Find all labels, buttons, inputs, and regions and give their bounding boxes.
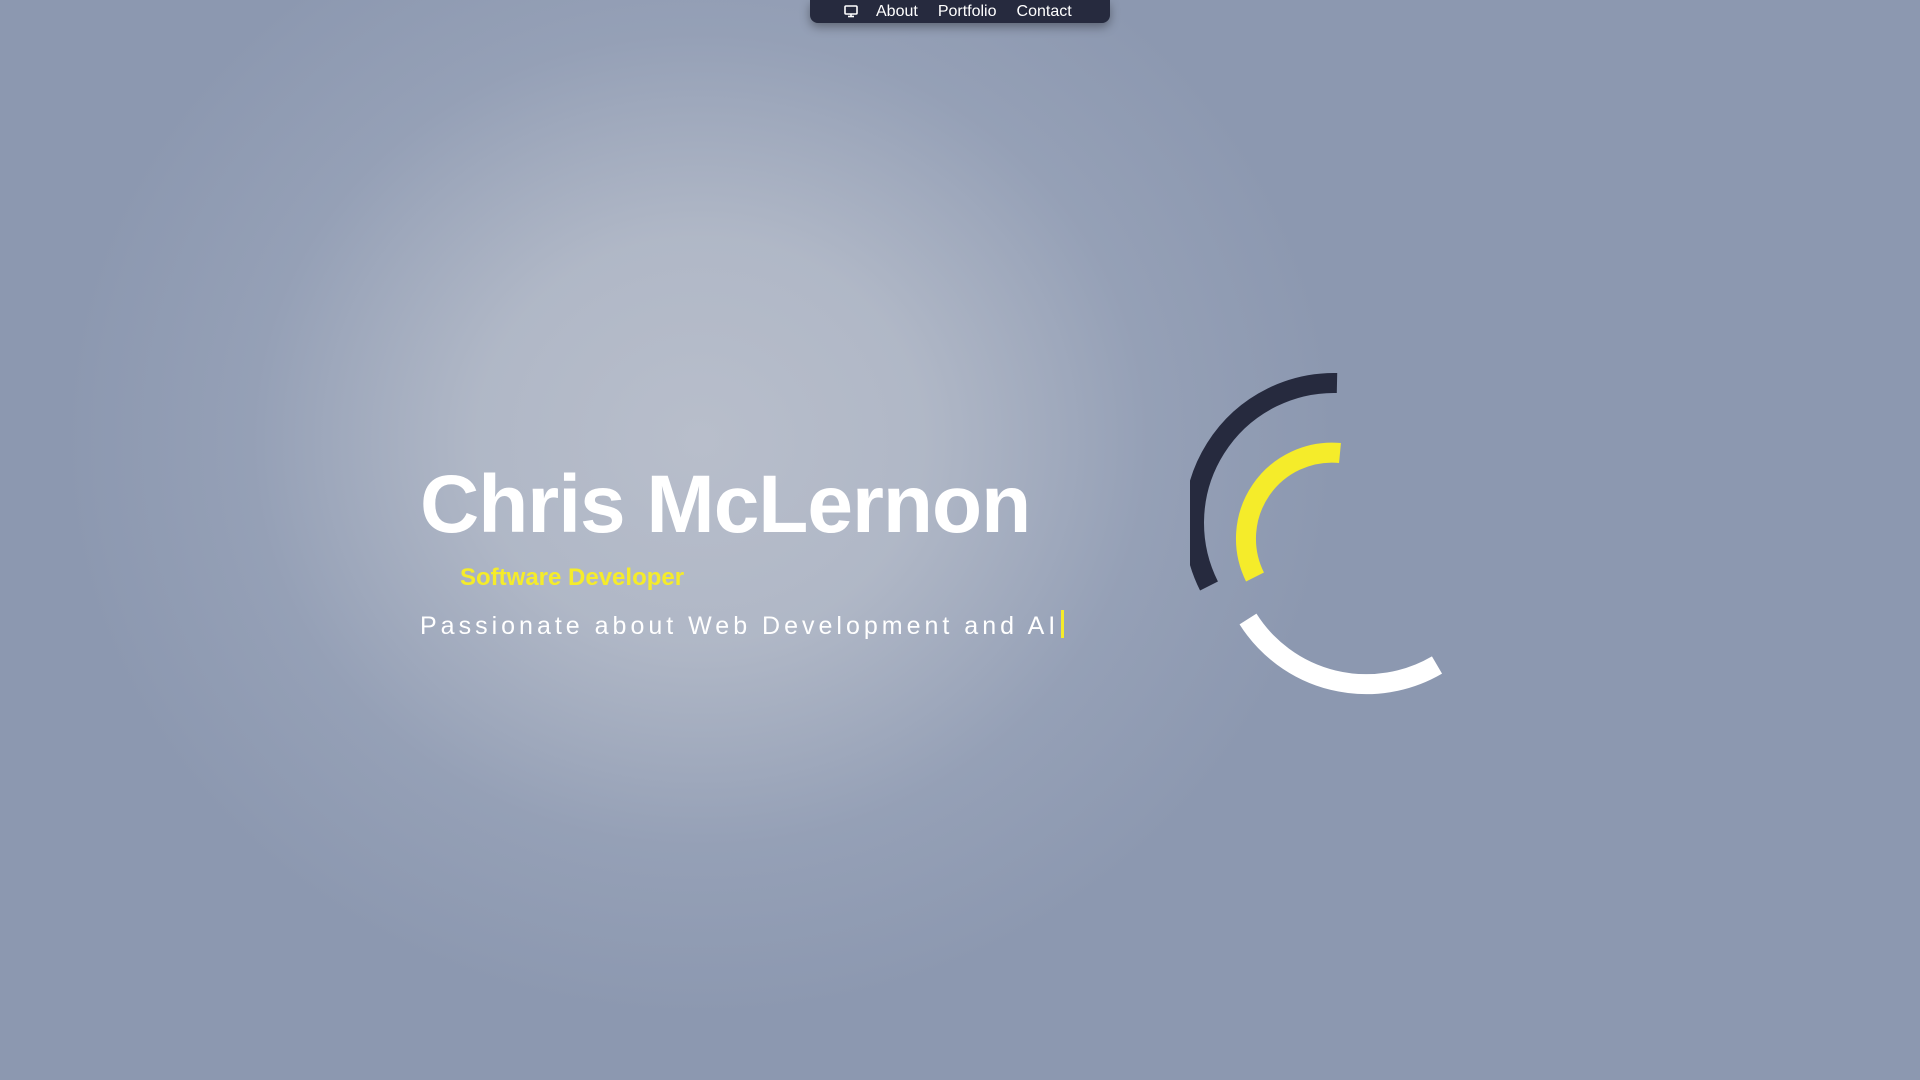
typing-cursor bbox=[1061, 610, 1065, 638]
decorative-arcs bbox=[1190, 372, 1443, 695]
nav-link-portfolio[interactable]: Portfolio bbox=[938, 0, 997, 23]
arc-yellow bbox=[1235, 442, 1341, 582]
nav-link-contact[interactable]: Contact bbox=[1017, 0, 1072, 23]
top-navbar: About Portfolio Contact bbox=[810, 0, 1110, 23]
hero-name: Chris McLernon bbox=[420, 459, 1031, 550]
hero-tagline: Passionate about Web Development and AI bbox=[420, 609, 1065, 643]
hero-tagline-text: Passionate about Web Development and AI bbox=[420, 612, 1060, 640]
nav-link-about[interactable]: About bbox=[876, 0, 918, 23]
presentation-icon[interactable] bbox=[842, 3, 860, 21]
hero-section: Chris McLernon Software Developer Passio… bbox=[420, 455, 1065, 643]
hero-role: Software Developer bbox=[460, 564, 685, 591]
arc-white bbox=[1239, 613, 1443, 695]
presentation-icon-svg bbox=[844, 4, 858, 17]
